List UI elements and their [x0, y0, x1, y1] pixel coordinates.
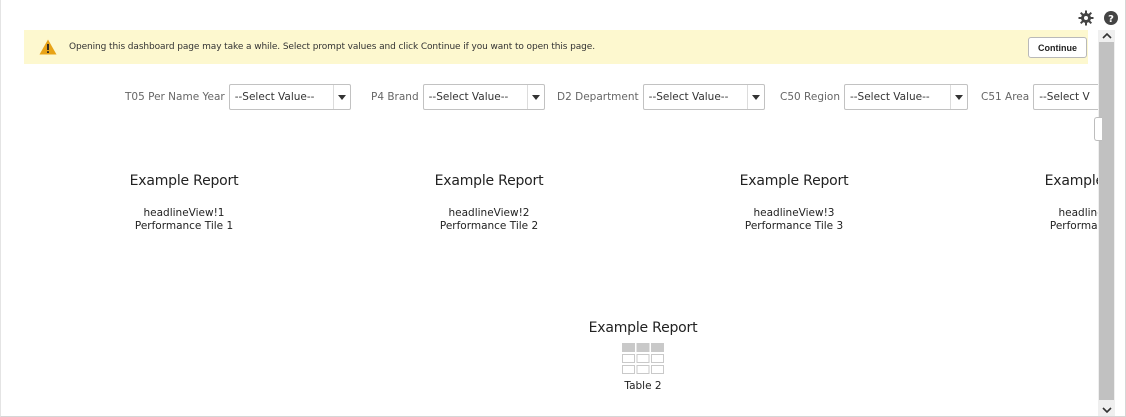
prompt-select[interactable]: --Select V	[1033, 84, 1098, 110]
svg-text:?: ?	[1108, 14, 1114, 25]
tile-title: Example Report	[1044, 173, 1098, 189]
tile-subtitle: Performance Tile 3	[744, 220, 844, 232]
tile-subtitle: Performance Tile 4	[1049, 220, 1098, 232]
tile-view-name: headlineView!3	[753, 207, 835, 219]
performance-tile-1[interactable]: Example Report headlineView!1 Performanc…	[84, 173, 284, 233]
tile-view-name: headlineView!4	[1058, 207, 1099, 219]
select-value: --Select Value--	[849, 91, 930, 103]
dropdown-caret-icon[interactable]	[526, 85, 544, 109]
tile-view-name: headlineView!2	[448, 207, 530, 219]
continue-button[interactable]: Continue	[1028, 37, 1087, 58]
prompt-select[interactable]: --Select Value--	[422, 84, 545, 110]
top-toolbar: ?	[1078, 10, 1118, 26]
tile-title: Example Report	[739, 173, 849, 189]
performance-tile-4[interactable]: Example Report headlineView!4 Performanc…	[999, 173, 1098, 233]
dashboard-content: Example Report headlineView!1 Performanc…	[0, 140, 1098, 417]
tile-subtitle: Performance Tile 1	[134, 220, 234, 232]
prompt-label: P4 Brand	[371, 91, 419, 103]
table-report[interactable]: Example Report Table 2	[543, 320, 743, 392]
scroll-down-icon[interactable]	[1098, 404, 1115, 416]
prompt-select[interactable]: --Select Value--	[228, 84, 351, 110]
performance-tile-2[interactable]: Example Report headlineView!2 Performanc…	[389, 173, 589, 233]
scroll-up-icon[interactable]	[1098, 30, 1115, 42]
prompt-label: C50 Region	[780, 91, 840, 103]
select-value: --Select Value--	[428, 91, 509, 103]
warning-icon	[39, 39, 57, 55]
prompt-t05-per-name-year: T05 Per Name Year --Select Value--	[125, 84, 351, 110]
prompt-label: D2 Department	[557, 91, 639, 103]
alert-message: Opening this dashboard page may take a w…	[69, 42, 595, 52]
prompt-label: C51 Area	[981, 91, 1030, 103]
table-report-title: Example Report	[588, 320, 698, 336]
tile-title: Example Report	[434, 173, 544, 189]
prompt-p4-brand: P4 Brand --Select Value--	[371, 84, 545, 110]
tile-subtitle: Performance Tile 2	[439, 220, 539, 232]
dropdown-caret-icon[interactable]	[746, 85, 764, 109]
performance-tile-3[interactable]: Example Report headlineView!3 Performanc…	[694, 173, 894, 233]
help-icon[interactable]: ?	[1104, 11, 1118, 25]
dropdown-caret-icon[interactable]	[332, 85, 350, 109]
clipped-control[interactable]	[1094, 117, 1102, 141]
prompts-bar: T05 Per Name Year --Select Value-- P4 Br…	[0, 80, 1098, 120]
prompt-c50-region: C50 Region --Select Value--	[780, 84, 968, 110]
vertical-scrollbar[interactable]	[1098, 30, 1115, 416]
prompt-label: T05 Per Name Year	[125, 91, 225, 103]
prompt-c51-area: C51 Area --Select V	[981, 84, 1098, 110]
alert-banner: Opening this dashboard page may take a w…	[24, 30, 1088, 64]
select-value: --Select V	[1039, 91, 1090, 103]
dropdown-caret-icon[interactable]	[949, 85, 967, 109]
table-report-caption: Table 2	[624, 380, 662, 392]
gear-icon[interactable]	[1078, 10, 1094, 26]
prompt-select[interactable]: --Select Value--	[843, 84, 968, 110]
table-icon	[622, 343, 664, 374]
select-value: --Select Value--	[234, 91, 315, 103]
prompt-d2-department: D2 Department --Select Value--	[557, 84, 765, 110]
scrollbar-thumb[interactable]	[1099, 42, 1114, 400]
select-value: --Select Value--	[648, 91, 729, 103]
tile-view-name: headlineView!1	[143, 207, 225, 219]
tile-title: Example Report	[129, 173, 239, 189]
prompt-select[interactable]: --Select Value--	[642, 84, 765, 110]
